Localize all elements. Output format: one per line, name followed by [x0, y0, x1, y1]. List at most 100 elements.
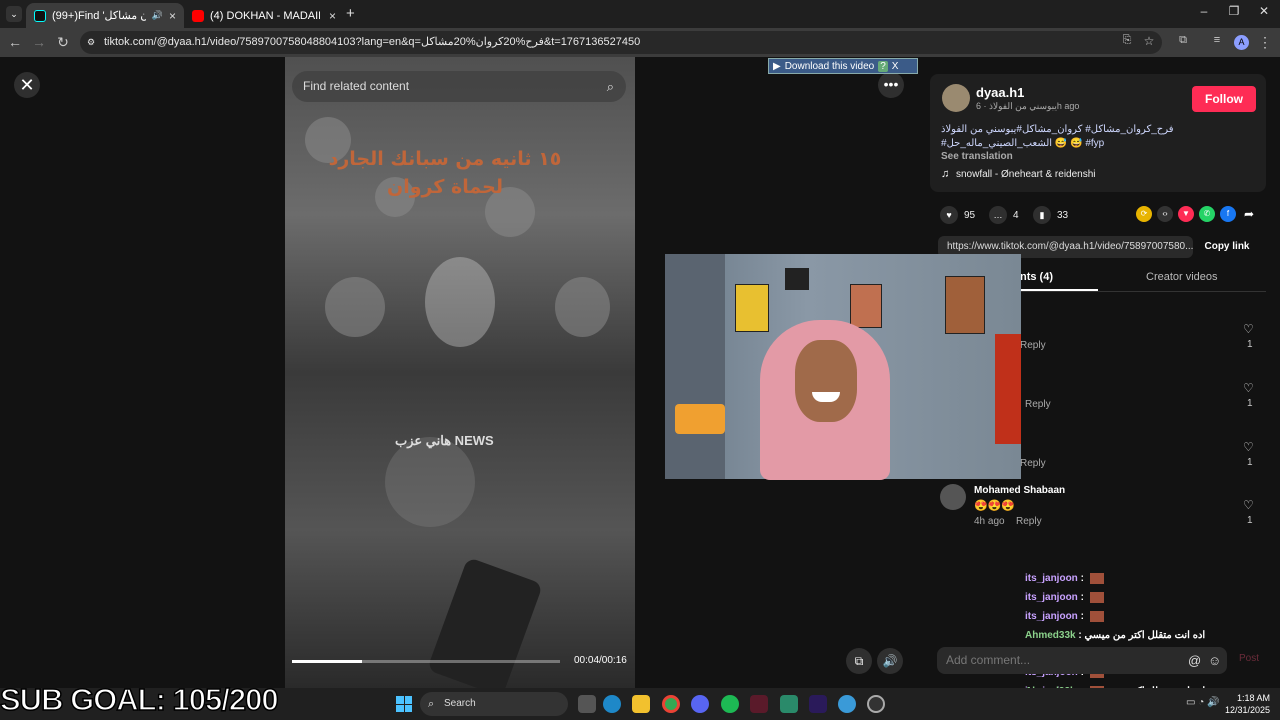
spotify-icon[interactable]: [721, 695, 739, 713]
app-icon[interactable]: [750, 695, 768, 713]
comment-like-icon[interactable]: ♡: [1243, 381, 1254, 395]
tab-search-button[interactable]: ⌄: [6, 6, 22, 22]
comment-like-icon[interactable]: ♡: [1243, 322, 1254, 336]
comment-like-count: 1: [1247, 339, 1253, 350]
tray-icons[interactable]: ▭ ◔ 🔊: [1186, 697, 1220, 708]
comment-icon[interactable]: …: [989, 206, 1007, 224]
reading-list-icon[interactable]: ≡: [1208, 34, 1226, 46]
discord-icon[interactable]: [691, 695, 709, 713]
window-close-icon[interactable]: ✕: [1254, 4, 1274, 18]
mention-icon[interactable]: @: [1188, 647, 1201, 674]
search-icon[interactable]: ⌕: [607, 71, 614, 102]
sub-goal-overlay: SUB GOAL: 105/200: [0, 681, 279, 718]
emoji-icon[interactable]: ☺: [1208, 647, 1221, 674]
repost-icon[interactable]: ⟳: [1136, 206, 1152, 222]
play-icon: ▶: [773, 60, 781, 72]
reply-link[interactable]: Reply: [1025, 399, 1051, 410]
app-icon[interactable]: [838, 695, 856, 713]
copy-link-button[interactable]: Copy link: [1196, 236, 1258, 258]
comment-count: 4: [1013, 209, 1019, 221]
obs-icon[interactable]: [867, 695, 885, 713]
premiere-icon[interactable]: [809, 695, 827, 713]
embed-icon[interactable]: ‹›: [1157, 206, 1173, 222]
send-icon[interactable]: ▼: [1178, 206, 1194, 222]
reload-icon[interactable]: ↻: [54, 34, 72, 51]
bookmark-star-icon[interactable]: ☆: [1140, 34, 1158, 48]
video-watermark: هاني عزب NEWS: [395, 433, 494, 448]
comment-like-count: 1: [1247, 457, 1253, 468]
tab-youtube[interactable]: (4) DOKHAN - MADAIMADAI! ×: [184, 3, 344, 28]
streamer-face: [795, 340, 857, 422]
whatsapp-icon[interactable]: ✆: [1199, 206, 1215, 222]
close-video-button[interactable]: ✕: [14, 72, 40, 98]
new-tab-button[interactable]: +: [346, 5, 355, 22]
restore-icon[interactable]: ❐: [1224, 4, 1244, 18]
pip-button[interactable]: ⧉: [846, 648, 872, 674]
facebook-icon[interactable]: f: [1220, 206, 1236, 222]
caption-hashtags-2[interactable]: #الشعب_الصيني_ماله_حل 😅 😅 #fyp: [941, 138, 1241, 149]
reply-link[interactable]: Reply: [1020, 458, 1046, 469]
tiktok-favicon-icon: [34, 9, 46, 22]
save-count: 33: [1057, 209, 1069, 221]
windows-start-icon[interactable]: [396, 696, 412, 712]
creator-username[interactable]: dyaa.h1: [976, 85, 1024, 100]
extensions-icon[interactable]: ⧉: [1174, 34, 1192, 47]
tab-comments[interactable]: nts (4): [1020, 271, 1053, 283]
tab-tiktok[interactable]: (99+)Find 'فرح كروان مشاكل' 🔊 ×: [26, 3, 184, 28]
video-overlay-text: ١٥ ثانيه من سبانك الجارد لحماة كروان: [328, 148, 562, 198]
comment-like-count: 1: [1247, 398, 1253, 409]
more-options-button[interactable]: •••: [878, 72, 904, 98]
commenter-name[interactable]: Mohamed Shabaan: [974, 485, 1065, 496]
search-placeholder: Find related content: [303, 79, 410, 93]
help-icon[interactable]: ?: [878, 60, 888, 72]
minimize-icon[interactable]: –: [1194, 4, 1214, 18]
reply-link[interactable]: Reply: [1016, 516, 1042, 527]
close-tab-icon[interactable]: ×: [329, 9, 336, 23]
save-stat[interactable]: ▮ 33: [1033, 206, 1068, 224]
task-view-icon[interactable]: [578, 695, 596, 713]
close-banner-icon[interactable]: X: [892, 61, 899, 72]
bookmark-icon[interactable]: ▮: [1033, 206, 1051, 224]
music-title[interactable]: snowfall - Øneheart & reidenshi: [956, 169, 1096, 180]
creator-subline: يبوسني من الفولاذ · 6h ago: [976, 101, 1080, 111]
caption-hashtags[interactable]: فرح_كروان_مشاكل# كروان_مشاكل#يبوسني من ا…: [941, 124, 1241, 135]
tab-title: (4) DOKHAN - MADAIMADAI!: [210, 9, 320, 22]
chat-message: its_janjoon :: [1025, 611, 1104, 622]
chrome-icon[interactable]: [662, 695, 680, 713]
commenter-avatar[interactable]: [940, 484, 966, 510]
comment-text: 😍😍😍: [974, 500, 1016, 512]
follow-button[interactable]: Follow: [1192, 86, 1256, 112]
search-icon: ⌕: [428, 698, 435, 710]
reply-link[interactable]: Reply: [1020, 340, 1046, 351]
forward-icon[interactable]: →: [30, 34, 48, 50]
address-bar[interactable]: ⚙ tiktok.com/@dyaa.h1/video/758970075804…: [80, 31, 1162, 54]
app-icon[interactable]: [780, 695, 798, 713]
post-button[interactable]: Post: [1239, 653, 1259, 664]
video-time: 00:04/00:16: [574, 655, 627, 666]
see-translation-link[interactable]: See translation: [941, 151, 1013, 162]
menu-kebab-icon[interactable]: ⋮: [1256, 34, 1274, 51]
comment-like-icon[interactable]: ♡: [1243, 498, 1254, 512]
related-search-input[interactable]: Find related content ⌕: [292, 71, 626, 102]
youtube-favicon-icon: [192, 9, 204, 22]
volume-button[interactable]: 🔊: [877, 648, 903, 674]
edge-icon[interactable]: [603, 695, 621, 713]
share-arrow-icon[interactable]: ➦: [1241, 206, 1257, 222]
close-tab-icon[interactable]: ×: [169, 9, 176, 23]
like-stat[interactable]: ♥ 95: [940, 206, 975, 224]
comment-like-icon[interactable]: ♡: [1243, 440, 1254, 454]
taskbar-clock[interactable]: 1:18 AM 12/31/2025: [1224, 692, 1270, 716]
heart-icon[interactable]: ♥: [940, 206, 958, 224]
chat-text: اده انت متقلل اكتر من ميسي: [1084, 630, 1206, 641]
download-video-banner[interactable]: ▶ Download this video ? X: [768, 58, 918, 74]
comment-input[interactable]: Add comment... @ ☺: [937, 647, 1227, 674]
comment-stat[interactable]: … 4: [989, 206, 1019, 224]
file-explorer-icon[interactable]: [632, 695, 650, 713]
install-app-icon[interactable]: ⎘: [1118, 34, 1136, 47]
profile-avatar[interactable]: A: [1234, 35, 1249, 50]
taskbar-search[interactable]: ⌕ Search: [420, 692, 568, 716]
back-icon[interactable]: ←: [6, 34, 24, 50]
site-info-icon[interactable]: ⚙: [87, 31, 95, 54]
tab-creator-videos[interactable]: Creator videos: [1146, 271, 1218, 283]
creator-avatar[interactable]: [942, 84, 970, 112]
